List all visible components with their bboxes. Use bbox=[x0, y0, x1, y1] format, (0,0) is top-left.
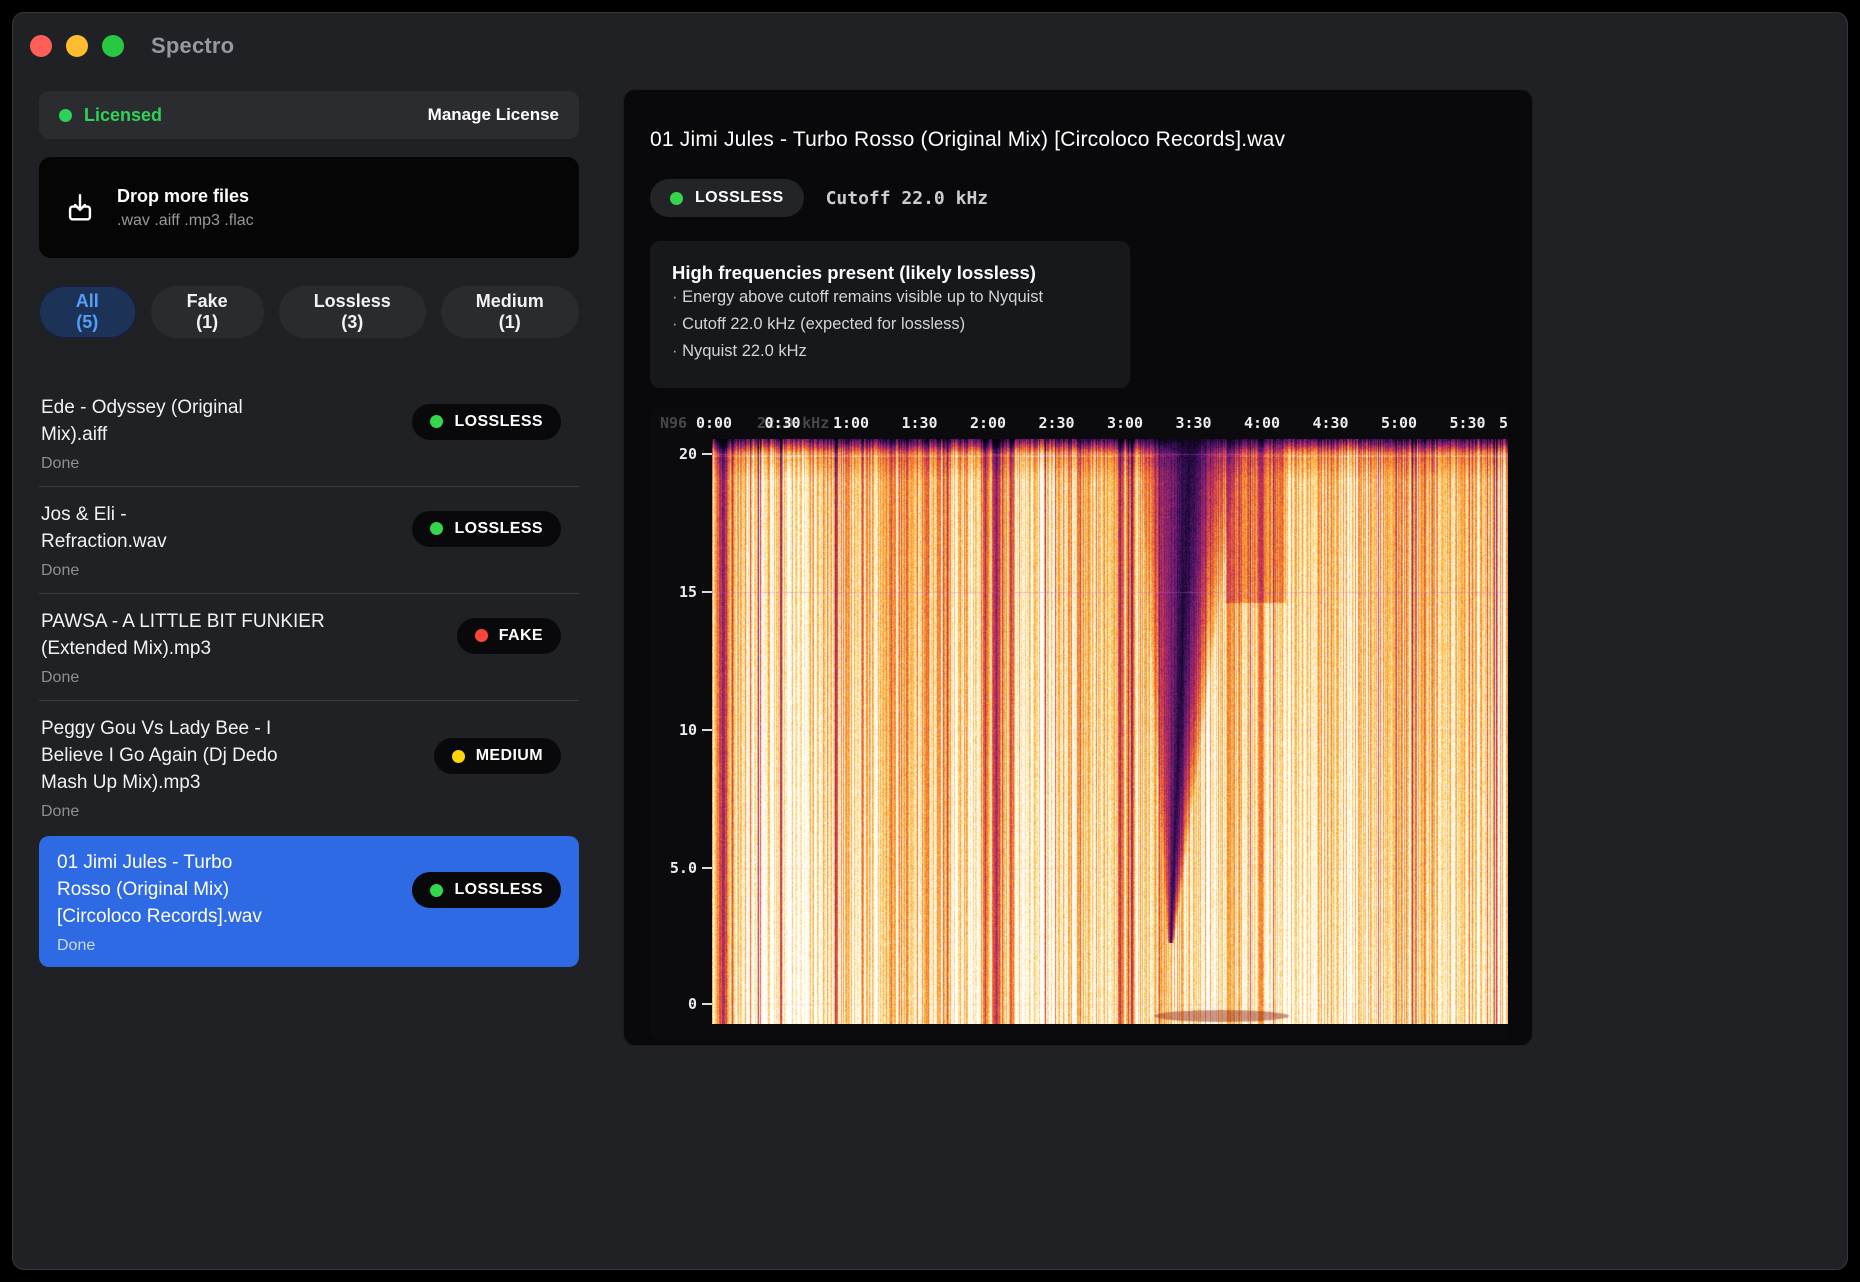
list-item[interactable]: Ede - Odyssey (Original Mix).aiff LOSSLE… bbox=[39, 380, 579, 487]
freq-tick-label: 15 bbox=[679, 583, 712, 601]
main-panel: 01 Jimi Jules - Turbo Rosso (Original Mi… bbox=[623, 89, 1533, 1046]
analysis-point: Energy above cutoff remains visible up t… bbox=[672, 284, 1104, 311]
time-tick-label: 5:00 bbox=[1381, 414, 1417, 432]
filter-tab-lossless[interactable]: Lossless (3) bbox=[279, 286, 426, 338]
time-tick-label-clipped: 5: bbox=[1499, 414, 1508, 432]
time-tick-label: 4:00 bbox=[1244, 414, 1280, 432]
dropzone[interactable]: Drop more files .wav .aiff .mp3 .flac bbox=[39, 157, 579, 258]
filter-tab-all[interactable]: All (5) bbox=[39, 286, 136, 338]
status-dot-icon bbox=[670, 192, 683, 205]
time-tick-label: 3:30 bbox=[1175, 414, 1211, 432]
sidebar: Licensed Manage License Drop more files … bbox=[39, 91, 579, 967]
status-badge: LOSSLESS bbox=[412, 404, 561, 440]
titlebar: Spectro bbox=[13, 13, 1847, 65]
status-badge: FAKE bbox=[457, 618, 561, 654]
status-badge: MEDIUM bbox=[434, 738, 561, 774]
filter-tabs: All (5) Fake (1) Lossless (3) Medium (1) bbox=[39, 286, 579, 338]
list-item[interactable]: PAWSA - A LITTLE BIT FUNKIER (Extended M… bbox=[39, 594, 579, 701]
status-badge-label: MEDIUM bbox=[476, 747, 543, 765]
status-badge: LOSSLESS bbox=[412, 872, 561, 908]
close-button[interactable] bbox=[30, 35, 52, 57]
file-name: PAWSA - A LITTLE BIT FUNKIER (Extended M… bbox=[41, 609, 343, 663]
freq-axis: 20 15 10 5.0 0 bbox=[650, 407, 712, 1040]
file-list: Ede - Odyssey (Original Mix).aiff LOSSLE… bbox=[39, 380, 579, 967]
status-dot-icon bbox=[475, 629, 488, 642]
tick-mark bbox=[702, 729, 712, 731]
time-tick-label: 3:00 bbox=[1107, 414, 1143, 432]
analysis-point: Cutoff 22.0 kHz (expected for lossless) bbox=[672, 311, 1104, 338]
list-item[interactable]: Jos & Eli - Refraction.wav LOSSLESS Done bbox=[39, 487, 579, 594]
list-item[interactable]: Peggy Gou Vs Lady Bee - I Believe I Go A… bbox=[39, 701, 579, 825]
freq-tick-label: 20 bbox=[679, 445, 712, 463]
analysis-heading: High frequencies present (likely lossles… bbox=[672, 262, 1104, 284]
file-status: Done bbox=[41, 455, 577, 473]
tick-mark bbox=[702, 867, 712, 869]
app-window: Spectro Licensed Manage License Drop mor… bbox=[12, 12, 1848, 1270]
status-badge: LOSSLESS bbox=[412, 511, 561, 547]
file-status: Done bbox=[57, 937, 563, 955]
licensed-dot-icon bbox=[59, 109, 72, 122]
dropzone-title: Drop more files bbox=[117, 186, 254, 207]
status-dot-icon bbox=[430, 522, 443, 535]
zoom-button[interactable] bbox=[102, 35, 124, 57]
file-status: Done bbox=[41, 562, 577, 580]
file-status: Done bbox=[41, 669, 577, 687]
status-badge-label: FAKE bbox=[499, 627, 543, 645]
minimize-button[interactable] bbox=[66, 35, 88, 57]
status-badge-label: LOSSLESS bbox=[454, 520, 543, 538]
result-row: LOSSLESS Cutoff 22.0 kHz bbox=[650, 179, 1506, 217]
file-name: Peggy Gou Vs Lady Bee - I Believe I Go A… bbox=[41, 716, 287, 797]
status-badge-label: LOSSLESS bbox=[454, 881, 543, 899]
cutoff-label: Cutoff 22.0 kHz bbox=[826, 188, 989, 209]
result-badge-label: LOSSLESS bbox=[695, 189, 784, 207]
time-tick-label: 1:00 bbox=[833, 414, 869, 432]
license-bar: Licensed Manage License bbox=[39, 91, 579, 139]
freq-tick-label: 5.0 bbox=[670, 859, 712, 877]
time-tick-label: 0:30 bbox=[764, 414, 800, 432]
filter-tab-fake[interactable]: Fake (1) bbox=[151, 286, 264, 338]
download-tray-icon bbox=[63, 191, 97, 225]
licensed-label: Licensed bbox=[84, 105, 162, 126]
status-dot-icon bbox=[430, 415, 443, 428]
file-name: 01 Jimi Jules - Turbo Rosso (Original Mi… bbox=[57, 850, 277, 931]
analysis-point: Nyquist 22.0 kHz bbox=[672, 338, 1104, 365]
app-title: Spectro bbox=[151, 33, 234, 59]
list-item-selected[interactable]: 01 Jimi Jules - Turbo Rosso (Original Mi… bbox=[39, 836, 579, 967]
page-title: 01 Jimi Jules - Turbo Rosso (Original Mi… bbox=[650, 128, 1506, 152]
time-tick-label: 2:30 bbox=[1038, 414, 1074, 432]
status-badge-label: LOSSLESS bbox=[454, 413, 543, 431]
file-name: Jos & Eli - Refraction.wav bbox=[41, 502, 241, 556]
result-badge: LOSSLESS bbox=[650, 179, 804, 217]
time-tick-label: 4:30 bbox=[1312, 414, 1348, 432]
spectrogram: 0:000:301:001:302:002:303:003:304:004:30… bbox=[650, 407, 1508, 1040]
manage-license-button[interactable]: Manage License bbox=[428, 105, 559, 125]
time-axis: 0:000:301:001:302:002:303:003:304:004:30… bbox=[712, 410, 1508, 438]
filter-tab-medium[interactable]: Medium (1) bbox=[441, 286, 579, 338]
status-dot-icon bbox=[452, 750, 465, 763]
file-status: Done bbox=[41, 803, 577, 821]
tick-mark bbox=[702, 453, 712, 455]
dropzone-formats: .wav .aiff .mp3 .flac bbox=[117, 212, 254, 230]
traffic-lights bbox=[30, 35, 124, 57]
time-tick-label: 2:00 bbox=[970, 414, 1006, 432]
time-tick-label: 1:30 bbox=[901, 414, 937, 432]
freq-tick-label: 0 bbox=[688, 995, 712, 1013]
tick-mark bbox=[702, 591, 712, 593]
analysis-box: High frequencies present (likely lossles… bbox=[650, 241, 1130, 388]
spectrogram-canvas bbox=[712, 439, 1508, 1024]
time-tick-label: 5:30 bbox=[1449, 414, 1485, 432]
status-dot-icon bbox=[430, 884, 443, 897]
freq-tick-label: 10 bbox=[679, 721, 712, 739]
file-name: Ede - Odyssey (Original Mix).aiff bbox=[41, 395, 293, 449]
tick-mark bbox=[702, 1003, 712, 1005]
